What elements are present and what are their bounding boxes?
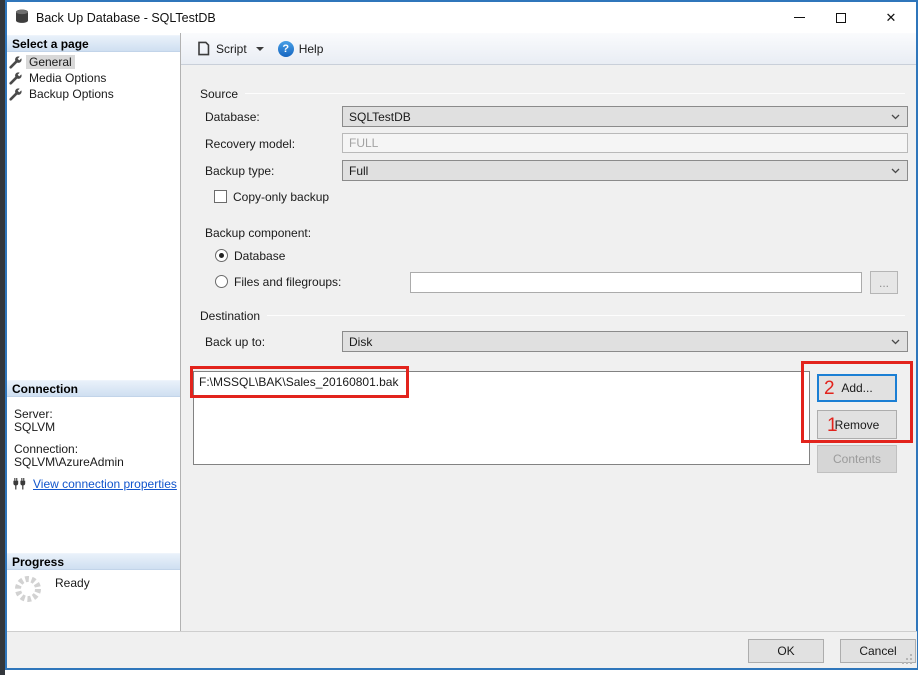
script-icon <box>196 41 211 56</box>
view-connection-properties-row: View connection properties <box>12 477 177 491</box>
view-connection-properties-link[interactable]: View connection properties <box>33 477 177 491</box>
sidebar-item-backup-options[interactable]: Backup Options <box>9 86 177 102</box>
toolbar: Script ? Help <box>181 33 916 65</box>
screenshot-root: Back Up Database - SQLTestDB ✕ Select a … <box>0 0 919 675</box>
source-group-label: Source <box>200 87 238 101</box>
chevron-down-icon <box>891 339 900 345</box>
back-up-to-label: Back up to: <box>205 335 265 349</box>
connection-value: SQLVM\AzureAdmin <box>14 455 124 469</box>
help-button[interactable]: ? Help <box>274 38 328 60</box>
sidebar-item-label: Media Options <box>26 71 109 85</box>
script-button[interactable]: Script <box>192 38 268 59</box>
browse-button[interactable]: ... <box>870 271 898 294</box>
database-combobox[interactable]: SQLTestDB <box>342 106 908 127</box>
database-icon <box>14 9 30 24</box>
files-filegroups-radio[interactable] <box>215 275 228 288</box>
maximize-icon <box>836 13 846 23</box>
database-value: SQLTestDB <box>349 110 411 124</box>
contents-button[interactable]: Contents <box>817 445 897 473</box>
connection-plug-icon <box>12 478 27 490</box>
maximize-button[interactable] <box>824 2 858 33</box>
wrench-icon <box>9 88 22 101</box>
wrench-icon <box>9 56 22 69</box>
sidebar-item-media-options[interactable]: Media Options <box>9 70 177 86</box>
wrench-icon <box>9 72 22 85</box>
back-up-to-combobox[interactable]: Disk <box>342 331 908 352</box>
files-filegroups-input[interactable] <box>410 272 862 293</box>
destination-group-label: Destination <box>200 309 260 323</box>
copy-only-backup-label[interactable]: Copy-only backup <box>233 190 329 204</box>
back-up-to-value: Disk <box>349 335 372 349</box>
database-radio[interactable] <box>215 249 228 262</box>
chevron-down-icon <box>891 114 900 120</box>
recovery-model-label: Recovery model: <box>205 137 295 151</box>
sidebar-item-label: General <box>26 55 75 69</box>
ok-button[interactable]: OK <box>748 639 824 663</box>
script-dropdown-icon[interactable] <box>256 47 264 51</box>
progress-status: Ready <box>55 576 90 590</box>
connection-header: Connection <box>7 380 180 397</box>
progress-spinner-icon <box>13 574 43 604</box>
annotation-box-file-path <box>190 366 409 398</box>
files-filegroups-radio-label[interactable]: Files and filegroups: <box>234 275 341 289</box>
minimize-icon <box>794 17 805 18</box>
annotation-step-1: 1 <box>827 416 838 435</box>
annotation-step-2: 2 <box>824 379 835 398</box>
sidebar-item-general[interactable]: General <box>9 54 177 70</box>
resize-grip[interactable] <box>901 653 914 666</box>
chevron-down-icon <box>891 168 900 174</box>
backup-component-label: Backup component: <box>205 226 311 240</box>
recovery-model-field: FULL <box>342 133 908 153</box>
source-group-line <box>245 93 905 94</box>
close-button[interactable]: ✕ <box>874 2 908 33</box>
recovery-model-value: FULL <box>349 136 378 150</box>
server-value: SQLVM <box>14 420 55 434</box>
connection-label: Connection: <box>14 442 78 456</box>
minimize-button[interactable] <box>782 2 816 33</box>
script-label: Script <box>216 42 247 56</box>
select-a-page-header: Select a page <box>7 35 180 52</box>
database-label: Database: <box>205 110 260 124</box>
sidebar <box>7 33 180 631</box>
backup-type-combobox[interactable]: Full <box>342 160 908 181</box>
copy-only-backup-checkbox[interactable] <box>214 190 227 203</box>
help-icon: ? <box>278 41 294 57</box>
annotation-box-add-remove <box>801 361 913 443</box>
close-icon: ✕ <box>886 11 897 24</box>
help-label: Help <box>299 42 324 56</box>
destination-group-line <box>267 315 905 316</box>
backup-type-label: Backup type: <box>205 164 274 178</box>
server-label: Server: <box>14 407 53 421</box>
sidebar-item-label: Backup Options <box>26 87 117 101</box>
window-title: Back Up Database - SQLTestDB <box>36 2 216 33</box>
database-radio-label[interactable]: Database <box>234 249 285 263</box>
backup-type-value: Full <box>349 164 368 178</box>
progress-header: Progress <box>7 553 180 570</box>
